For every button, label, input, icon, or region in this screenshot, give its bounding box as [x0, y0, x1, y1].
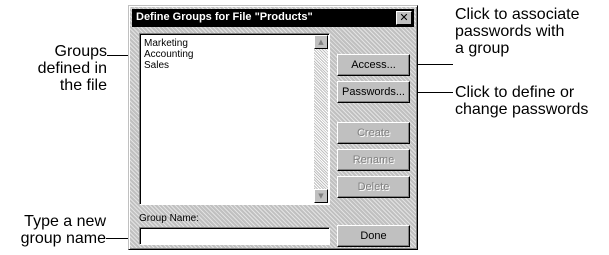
callout-groups-defined-line-2: defined in [37, 60, 107, 77]
done-button[interactable]: Done [337, 225, 410, 247]
create-button[interactable]: Create [337, 122, 410, 144]
scroll-up-arrow-icon[interactable]: ▲ [314, 35, 328, 49]
callout-click-associate: Click to associate passwords with a grou… [455, 6, 580, 57]
callout-groups-defined-line-1: Groups [54, 43, 107, 60]
callout-click-define: Click to define or change passwords [455, 84, 588, 118]
define-groups-dialog: Define Groups for File "Products" ✕ Mark… [128, 5, 418, 250]
passwords-button[interactable]: Passwords... [337, 81, 410, 103]
groups-list: Marketing Accounting Sales [144, 38, 193, 71]
callout-groups-defined-line-3: the file [59, 77, 107, 94]
callout-click-associate-line-3: a group [455, 40, 510, 57]
rename-button[interactable]: Rename [337, 149, 410, 171]
callout-groups-defined: Groups defined in the file [22, 43, 107, 94]
callout-click-associate-line-1: Click to associate [455, 6, 580, 23]
groups-scrollbar[interactable]: ▲ ▼ [314, 35, 328, 203]
list-item[interactable]: Sales [144, 60, 193, 71]
dialog-titlebar[interactable]: Define Groups for File "Products" ✕ [132, 9, 414, 27]
callout-type-new-group-line-2: group name [20, 230, 106, 247]
list-item[interactable]: Accounting [144, 49, 193, 60]
callout-click-define-line-2: change passwords [455, 101, 589, 118]
access-button[interactable]: Access... [337, 54, 410, 76]
callout-type-new-group: Type a new group name [0, 213, 106, 247]
dialog-title: Define Groups for File "Products" [136, 11, 313, 23]
callout-click-associate-line-2: passwords with [455, 23, 565, 40]
group-name-label: Group Name: [139, 213, 200, 224]
list-item[interactable]: Marketing [144, 38, 193, 49]
callout-type-new-group-line-1: Type a new [24, 213, 106, 230]
callout-click-define-line-1: Click to define or [455, 84, 575, 101]
delete-button[interactable]: Delete [337, 176, 410, 198]
scroll-down-arrow-icon[interactable]: ▼ [314, 189, 328, 203]
groups-listbox[interactable]: Marketing Accounting Sales ▲ ▼ [139, 33, 330, 205]
group-name-input[interactable] [139, 227, 330, 245]
close-icon[interactable]: ✕ [396, 11, 412, 25]
